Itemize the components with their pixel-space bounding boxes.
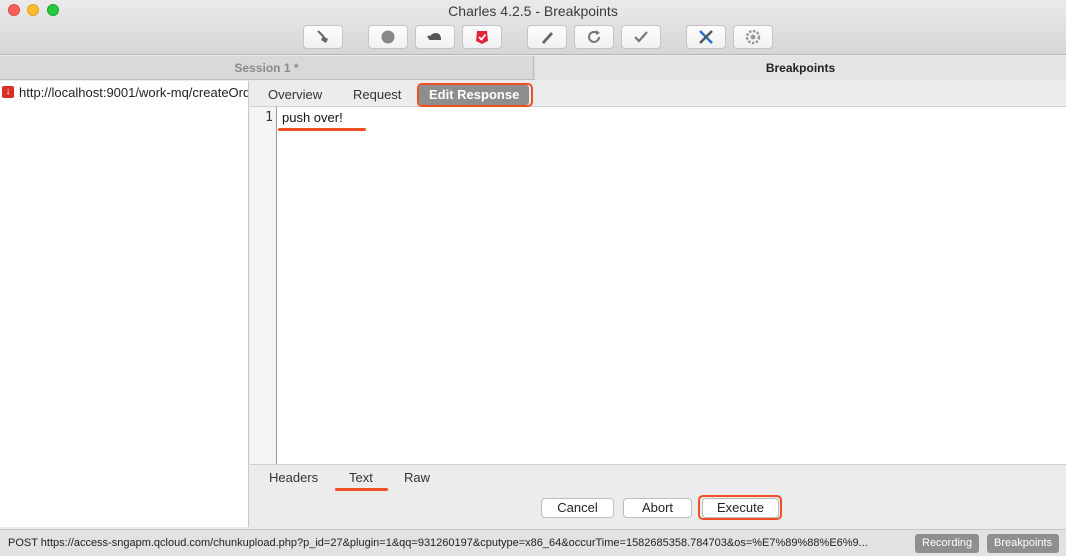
tools-icon (699, 30, 713, 44)
list-item[interactable]: ↓ http://localhost:9001/work-mq/createOr… (2, 83, 249, 101)
record-button[interactable] (368, 25, 408, 49)
broom-icon (317, 30, 328, 43)
repeat-button[interactable] (574, 25, 614, 49)
cancel-button[interactable]: Cancel (541, 498, 614, 518)
repeat-icon (588, 30, 600, 43)
edit-response-highlight (417, 83, 533, 107)
detail-tab-bar: Overview Request Edit Response (250, 81, 1066, 107)
breakpoint-down-arrow-icon: ↓ (2, 86, 14, 98)
tab-breakpoints[interactable]: Breakpoints (535, 56, 1066, 80)
status-bar: POST https://access-sngapm.qcloud.com/ch… (0, 529, 1066, 556)
validate-icon (634, 31, 648, 43)
compose-button[interactable] (527, 25, 567, 49)
tools-button[interactable] (686, 25, 726, 49)
breakpoint-list-panel: ↓ http://localhost:9001/work-mq/createOr… (0, 81, 249, 527)
recording-button[interactable]: Recording (915, 534, 980, 553)
tab-headers[interactable]: Headers (269, 470, 318, 485)
settings-button[interactable] (733, 25, 773, 49)
status-text: POST https://access-sngapm.qcloud.com/ch… (8, 537, 868, 549)
session-tab-bar: Session 1 * Breakpoints (0, 56, 1066, 80)
clear-session-button[interactable] (303, 25, 343, 49)
line-number: 1 (265, 110, 273, 125)
breakpoints-toggle-button[interactable] (462, 25, 502, 49)
response-text-editor[interactable]: 1 push over! (250, 107, 1066, 464)
tab-text[interactable]: Text (349, 470, 373, 485)
breakpoint-actions: Cancel Abort Execute (250, 491, 1066, 527)
request-url: http://localhost:9001/work-mq/createOrde… (19, 84, 249, 100)
content-underline (278, 128, 366, 131)
compose-icon (542, 32, 553, 44)
line-number-gutter: 1 (250, 107, 277, 464)
window-title: Charles 4.2.5 - Breakpoints (448, 3, 618, 19)
execute-highlight (698, 495, 782, 520)
settings-icon (745, 29, 761, 45)
abort-button[interactable]: Abort (623, 498, 692, 518)
record-icon (381, 30, 395, 44)
response-body-text[interactable]: push over! (282, 110, 343, 125)
throttle-button[interactable] (415, 25, 455, 49)
tab-session-1[interactable]: Session 1 * (0, 56, 534, 80)
tab-overview[interactable]: Overview (268, 85, 322, 105)
breakpoints-status-button[interactable]: Breakpoints (987, 534, 1060, 553)
body-tab-bar: Headers Text Raw (250, 464, 1066, 491)
tab-raw[interactable]: Raw (404, 470, 430, 485)
tab-request[interactable]: Request (353, 85, 401, 105)
breakpoint-icon (476, 31, 488, 44)
validate-button[interactable] (621, 25, 661, 49)
title-bar: Charles 4.2.5 - Breakpoints (0, 0, 1066, 55)
turtle-icon (427, 33, 441, 40)
